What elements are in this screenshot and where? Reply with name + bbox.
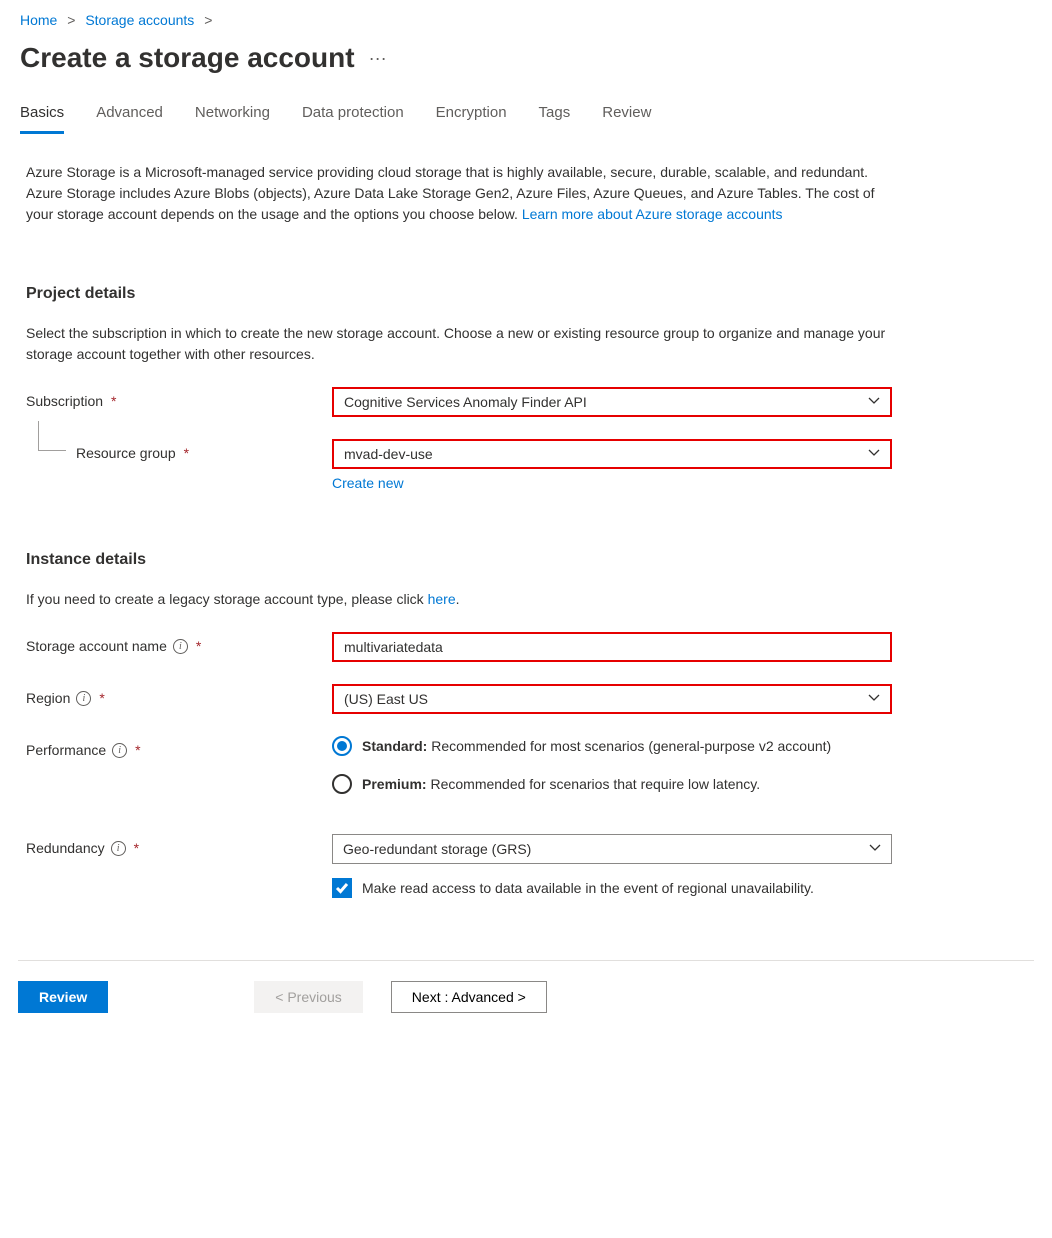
tab-tags[interactable]: Tags xyxy=(539,98,571,134)
redundancy-label: Redundancy xyxy=(26,840,105,856)
read-access-label: Make read access to data available in th… xyxy=(362,880,814,896)
learn-more-link[interactable]: Learn more about Azure storage accounts xyxy=(522,206,783,222)
subscription-value: Cognitive Services Anomaly Finder API xyxy=(344,394,587,410)
region-label: Region xyxy=(26,690,70,706)
redundancy-value: Geo-redundant storage (GRS) xyxy=(343,841,531,857)
radio-icon-unchecked xyxy=(332,774,352,794)
footer: Review < Previous Next : Advanced > xyxy=(0,961,1052,1053)
instance-details-header: Instance details xyxy=(26,551,894,569)
chevron-down-icon xyxy=(868,446,880,462)
required-icon: * xyxy=(184,445,189,461)
row-performance: Performance i * Standard: Recommended fo… xyxy=(26,736,894,812)
tab-encryption[interactable]: Encryption xyxy=(436,98,507,134)
row-subscription: Subscription * Cognitive Services Anomal… xyxy=(26,387,894,417)
instance-desc-suffix: . xyxy=(456,591,460,607)
project-details-desc: Select the subscription in which to crea… xyxy=(26,323,894,365)
info-icon[interactable]: i xyxy=(173,639,188,654)
row-redundancy: Redundancy i * Geo-redundant storage (GR… xyxy=(26,834,894,898)
tab-review[interactable]: Review xyxy=(602,98,651,134)
tree-line-icon xyxy=(38,421,66,451)
tabs: Basics Advanced Networking Data protecti… xyxy=(0,98,1052,134)
radio-premium-text: Premium: Recommended for scenarios that … xyxy=(362,776,760,792)
breadcrumb-storage-accounts[interactable]: Storage accounts xyxy=(85,12,194,28)
chevron-down-icon xyxy=(869,841,881,857)
row-resource-group: Resource group * mvad-dev-use Create new xyxy=(26,439,894,491)
content: Azure Storage is a Microsoft-managed ser… xyxy=(0,134,920,960)
tab-basics[interactable]: Basics xyxy=(20,98,64,134)
storage-name-input[interactable] xyxy=(332,632,892,662)
instance-details-desc: If you need to create a legacy storage a… xyxy=(26,589,894,610)
checkbox-checked-icon xyxy=(332,878,352,898)
required-icon: * xyxy=(134,840,139,856)
required-icon: * xyxy=(196,638,201,654)
create-new-rg-link[interactable]: Create new xyxy=(332,475,404,491)
radio-icon-checked xyxy=(332,736,352,756)
row-storage-name: Storage account name i * xyxy=(26,632,894,662)
radio-standard-text: Standard: Recommended for most scenarios… xyxy=(362,738,831,754)
intro-text: Azure Storage is a Microsoft-managed ser… xyxy=(26,162,894,225)
redundancy-select[interactable]: Geo-redundant storage (GRS) xyxy=(332,834,892,864)
radio-standard[interactable]: Standard: Recommended for most scenarios… xyxy=(332,736,894,756)
legacy-here-link[interactable]: here xyxy=(428,591,456,607)
required-icon: * xyxy=(135,742,140,758)
resource-group-value: mvad-dev-use xyxy=(344,446,433,462)
subscription-label: Subscription xyxy=(26,393,103,409)
region-select[interactable]: (US) East US xyxy=(332,684,892,714)
chevron-right-icon: > xyxy=(67,12,75,28)
tab-data-protection[interactable]: Data protection xyxy=(302,98,404,134)
storage-name-label: Storage account name xyxy=(26,638,167,654)
chevron-right-icon: > xyxy=(204,12,212,28)
section-instance-details: Instance details If you need to create a… xyxy=(26,551,894,898)
next-button[interactable]: Next : Advanced > xyxy=(391,981,547,1013)
chevron-down-icon xyxy=(868,691,880,707)
instance-desc-prefix: If you need to create a legacy storage a… xyxy=(26,591,428,607)
info-icon[interactable]: i xyxy=(112,743,127,758)
info-icon[interactable]: i xyxy=(76,691,91,706)
page-title: Create a storage account xyxy=(20,42,355,74)
performance-label: Performance xyxy=(26,742,106,758)
subscription-select[interactable]: Cognitive Services Anomaly Finder API xyxy=(332,387,892,417)
resource-group-select[interactable]: mvad-dev-use xyxy=(332,439,892,469)
review-button[interactable]: Review xyxy=(18,981,108,1013)
info-icon[interactable]: i xyxy=(111,841,126,856)
region-value: (US) East US xyxy=(344,691,428,707)
breadcrumb-home[interactable]: Home xyxy=(20,12,57,28)
more-options-icon[interactable]: ··· xyxy=(369,48,387,69)
tab-networking[interactable]: Networking xyxy=(195,98,270,134)
required-icon: * xyxy=(111,393,116,409)
radio-premium[interactable]: Premium: Recommended for scenarios that … xyxy=(332,774,894,794)
page-title-row: Create a storage account ··· xyxy=(0,32,1052,98)
section-project-details: Project details Select the subscription … xyxy=(26,285,894,491)
required-icon: * xyxy=(99,690,104,706)
breadcrumb: Home > Storage accounts > xyxy=(0,0,1052,32)
nav-buttons: < Previous Next : Advanced > xyxy=(254,981,547,1013)
read-access-checkbox-row[interactable]: Make read access to data available in th… xyxy=(332,878,894,898)
previous-button: < Previous xyxy=(254,981,363,1013)
resource-group-label: Resource group xyxy=(76,445,176,461)
project-details-header: Project details xyxy=(26,285,894,303)
chevron-down-icon xyxy=(868,394,880,410)
row-region: Region i * (US) East US xyxy=(26,684,894,714)
tab-advanced[interactable]: Advanced xyxy=(96,98,163,134)
